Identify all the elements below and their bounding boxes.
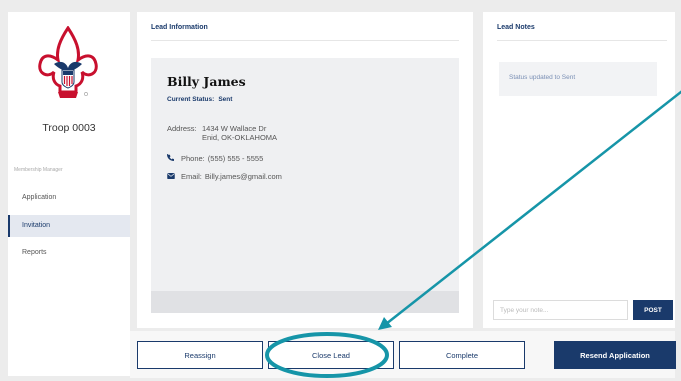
phone-icon [167, 154, 181, 164]
divider [151, 40, 459, 41]
address-line2: Enid, OK-OKLAHOMA [202, 132, 278, 142]
lead-notes-card: Lead Notes Status updated to Sent POST [483, 12, 675, 328]
address-label: Address: [167, 124, 197, 133]
phone-label: Phone: [181, 154, 205, 163]
lead-notes-title: Lead Notes [497, 24, 535, 31]
lead-phone: Phone: (555) 555 - 5555 [167, 154, 263, 164]
bsa-logo [38, 26, 98, 98]
sidebar: Troop 0003 Membership Manager Applicatio… [8, 12, 130, 376]
resend-application-button[interactable]: Resend Application [554, 341, 676, 369]
close-lead-button[interactable]: Close Lead [268, 341, 394, 369]
status-label: Current Status: [167, 96, 215, 103]
note-input[interactable] [493, 300, 628, 320]
lead-details-panel: Billy James Current Status: Sent Address:… [151, 58, 459, 313]
phone-value[interactable]: (555) 555 - 5555 [208, 154, 263, 163]
sidebar-item-application[interactable]: Application [8, 187, 130, 209]
status-value: Sent [218, 96, 233, 103]
complete-button[interactable]: Complete [399, 341, 525, 369]
lead-information-card: Lead Information Billy James Current Sta… [137, 12, 473, 328]
envelope-icon [167, 172, 181, 182]
email-value[interactable]: Billy.james@gmail.com [205, 172, 282, 181]
reassign-button[interactable]: Reassign [137, 341, 263, 369]
email-label: Email: [181, 172, 202, 181]
sidebar-item-reports[interactable]: Reports [8, 242, 130, 264]
troop-name: Troop 0003 [42, 122, 96, 134]
sidebar-item-invitation[interactable]: Invitation [8, 215, 130, 237]
lead-details-footer [151, 291, 459, 313]
current-status: Current Status: Sent [167, 96, 236, 103]
lead-email: Email: Billy.james@gmail.com [167, 172, 282, 182]
nav-section-caption: Membership Manager [14, 167, 63, 173]
lead-address: Address: 1434 W Wallace Dr Enid, OK-OKLAH… [167, 124, 278, 142]
note-bubble: Status updated to Sent [499, 62, 657, 96]
address-line1: 1434 W Wallace Dr [202, 124, 267, 133]
lead-name: Billy James [167, 74, 246, 89]
note-text: Status updated to Sent [509, 74, 576, 81]
lead-information-title: Lead Information [151, 24, 208, 31]
divider [497, 40, 667, 41]
post-note-button[interactable]: POST [633, 300, 673, 320]
